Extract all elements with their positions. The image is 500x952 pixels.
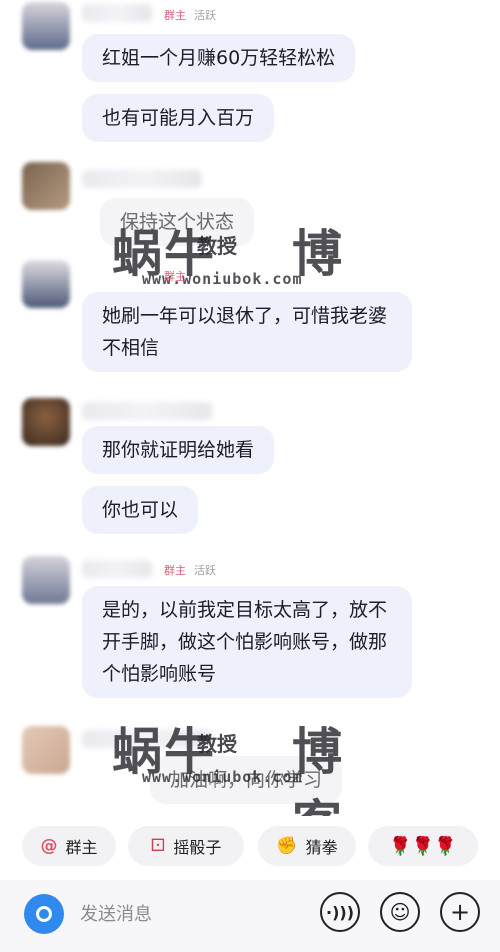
voice-icon: ·))) xyxy=(325,902,354,922)
sender-name xyxy=(82,402,212,420)
chat-area[interactable]: 群主 活跃 红姐一个月赚60万轻轻松松 也有可能月入百万 保持这个状态 蜗牛 教授… xyxy=(0,0,500,816)
avatar[interactable] xyxy=(22,398,70,446)
message-input[interactable]: 发送消息 xyxy=(80,900,152,926)
sender-name xyxy=(82,560,152,578)
rose-icon: 🌹🌹🌹 xyxy=(389,835,457,857)
at-icon: @ xyxy=(40,836,58,856)
message-bubble[interactable]: 红姐一个月赚60万轻轻松松 xyxy=(82,34,356,82)
quick-actions-bar: @ 群主 ⚀ 摇骰子 ✊ 猜拳 🌹🌹🌹 xyxy=(0,822,500,868)
dice-chip[interactable]: ⚀ 摇骰子 xyxy=(128,826,244,866)
fist-icon: ✊ xyxy=(276,836,298,856)
smile-icon: ☺ xyxy=(389,900,411,924)
avatar[interactable] xyxy=(22,726,70,774)
message-bubble[interactable]: 你也可以 xyxy=(82,486,199,534)
rock-paper-scissors-chip[interactable]: ✊ 猜拳 xyxy=(258,826,356,866)
dice-icon: ⚀ xyxy=(150,836,166,856)
message-bubble[interactable]: 也有可能月入百万 xyxy=(82,94,275,142)
sender-name xyxy=(82,730,212,748)
chip-label: 群主 xyxy=(65,838,98,857)
camera-icon xyxy=(36,906,52,922)
message-bubble[interactable]: 保持这个状态 xyxy=(100,198,255,246)
message-bubble[interactable]: 那你就证明给她看 xyxy=(82,426,275,474)
input-bar: 发送消息 ·))) ☺ + xyxy=(0,880,500,952)
role-badge: 群主 xyxy=(164,270,186,283)
message-bubble[interactable]: 加油啊，向你学习 xyxy=(150,756,343,804)
sender-meta: 群主 活跃 xyxy=(164,562,216,578)
message-bubble[interactable]: 她刷一年可以退休了，可惜我老婆不相信 xyxy=(82,292,412,372)
roses-chip[interactable]: 🌹🌹🌹 xyxy=(368,826,478,866)
avatar[interactable] xyxy=(22,556,70,604)
voice-button[interactable]: ·))) xyxy=(320,892,360,932)
sender-meta: 群主 xyxy=(164,268,194,284)
status-badge: 活跃 xyxy=(194,564,216,577)
role-badge: 群主 xyxy=(164,9,186,22)
avatar[interactable] xyxy=(22,162,70,210)
camera-button[interactable] xyxy=(24,894,64,934)
mention-owner-chip[interactable]: @ 群主 xyxy=(22,826,116,866)
role-badge: 群主 xyxy=(164,564,186,577)
chip-label: 猜拳 xyxy=(305,838,338,857)
sender-meta: 群主 活跃 xyxy=(164,7,216,23)
plus-icon: + xyxy=(449,898,471,926)
sender-name xyxy=(82,170,202,188)
chip-label: 摇骰子 xyxy=(173,838,222,857)
message-bubble[interactable]: 是的，以前我定目标太高了，放不开手脚，做这个怕影响账号，做那个怕影响账号 xyxy=(82,586,412,698)
sender-name xyxy=(82,4,152,22)
avatar[interactable] xyxy=(22,260,70,308)
avatar[interactable] xyxy=(22,2,70,50)
status-badge: 活跃 xyxy=(194,9,216,22)
emoji-button[interactable]: ☺ xyxy=(380,892,420,932)
add-button[interactable]: + xyxy=(440,892,480,932)
